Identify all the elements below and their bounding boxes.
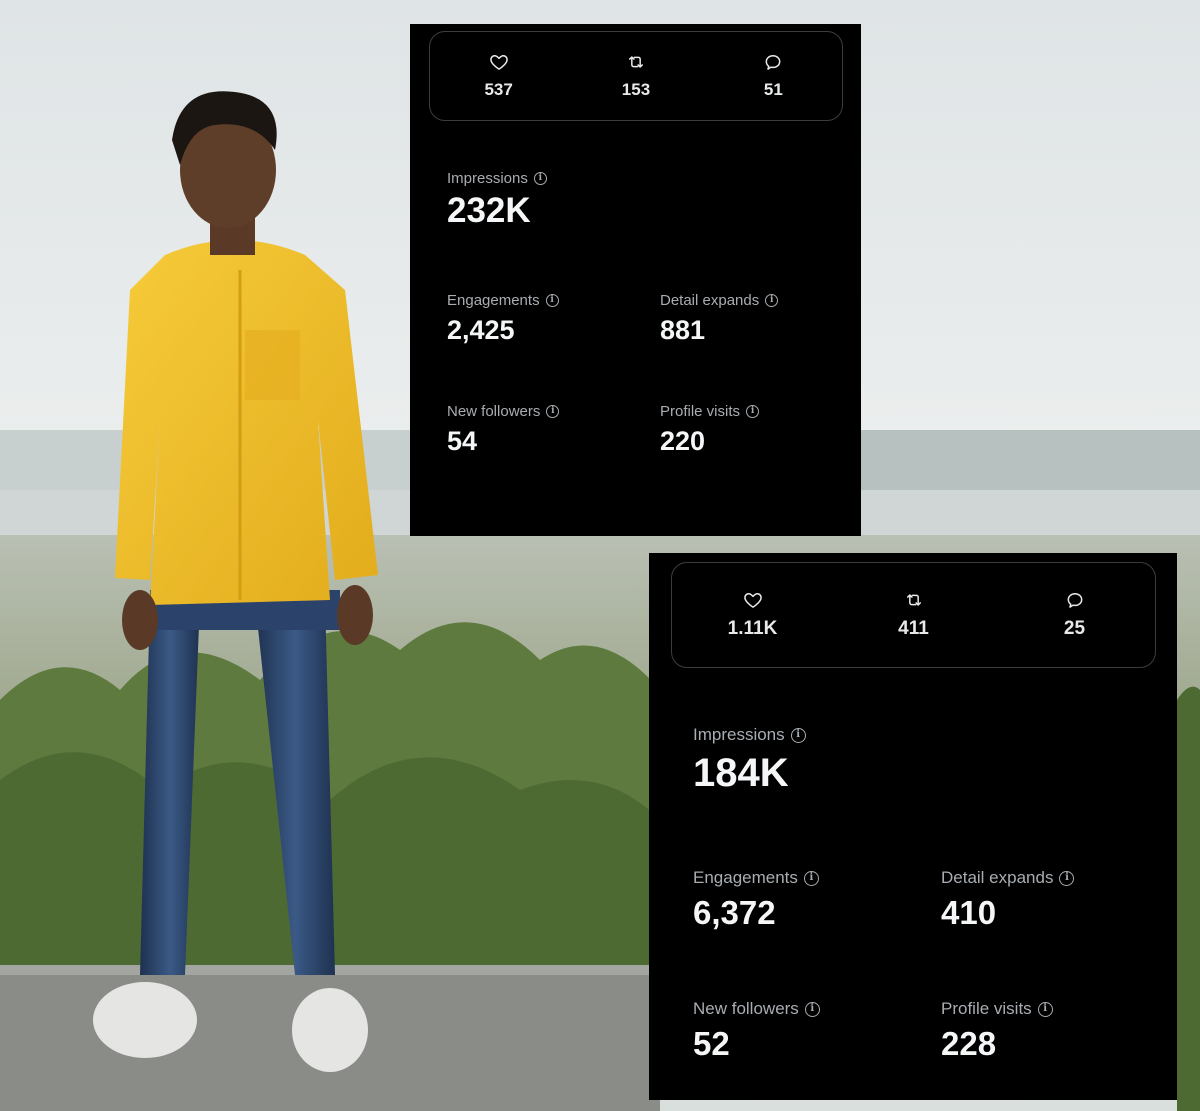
info-icon[interactable]: i bbox=[533, 172, 547, 185]
new-followers-label: New followers bbox=[693, 999, 799, 1018]
engagements-stat: Engagements i 2,425 bbox=[447, 292, 559, 346]
reply-icon bbox=[1065, 590, 1085, 610]
impressions-value: 232K bbox=[447, 191, 531, 230]
impressions-value: 184K bbox=[693, 751, 789, 795]
replies-count: 51 bbox=[763, 80, 783, 99]
heart-icon bbox=[743, 590, 763, 610]
detail-expands-value: 410 bbox=[941, 894, 997, 931]
likes-count: 537 bbox=[484, 80, 513, 99]
repost-icon bbox=[626, 52, 646, 72]
likes-metric[interactable]: 1.11K bbox=[672, 563, 833, 667]
profile-visits-stat: Profile visits i 220 bbox=[660, 403, 760, 457]
post-analytics-panel: 1.11K 411 25 Impressions i 184K Engagemen… bbox=[649, 553, 1177, 1100]
heart-icon bbox=[489, 52, 509, 72]
new-followers-value: 52 bbox=[693, 1025, 730, 1062]
engagements-value: 2,425 bbox=[447, 315, 515, 345]
engagements-value: 6,372 bbox=[693, 894, 776, 931]
info-icon[interactable]: i bbox=[545, 294, 559, 307]
info-icon[interactable]: i bbox=[1059, 870, 1075, 886]
replies-metric[interactable]: 51 bbox=[705, 32, 842, 120]
profile-visits-label: Profile visits bbox=[660, 403, 741, 420]
reposts-metric[interactable]: 411 bbox=[833, 563, 994, 667]
impressions-label: Impressions bbox=[447, 170, 528, 187]
reply-icon bbox=[763, 52, 783, 72]
info-icon[interactable]: i bbox=[746, 405, 760, 418]
impressions-label: Impressions bbox=[693, 725, 785, 744]
reposts-metric[interactable]: 153 bbox=[567, 32, 704, 120]
reposts-count: 153 bbox=[621, 80, 651, 99]
info-icon[interactable]: i bbox=[804, 1001, 820, 1017]
replies-metric[interactable]: 25 bbox=[994, 563, 1155, 667]
info-icon[interactable]: i bbox=[1037, 1001, 1053, 1017]
detail-expands-label: Detail expands bbox=[660, 292, 760, 309]
likes-metric[interactable]: 537 bbox=[430, 32, 567, 120]
profile-visits-value: 228 bbox=[941, 1025, 997, 1062]
post-analytics-panel: 537 153 51 Impressions i 232K Engagements… bbox=[410, 24, 861, 536]
profile-visits-stat: Profile visits i 228 bbox=[941, 999, 1053, 1063]
repost-icon bbox=[904, 590, 924, 610]
new-followers-label: New followers bbox=[447, 403, 541, 420]
engagement-summary: 537 153 51 bbox=[429, 31, 843, 121]
impressions-stat: Impressions i 232K bbox=[447, 170, 547, 231]
engagements-label: Engagements bbox=[693, 868, 798, 887]
info-icon[interactable]: i bbox=[790, 727, 806, 743]
new-followers-stat: New followers i 52 bbox=[693, 999, 820, 1063]
info-icon[interactable]: i bbox=[803, 870, 819, 886]
info-icon[interactable]: i bbox=[765, 294, 779, 307]
detail-expands-value: 881 bbox=[660, 315, 706, 345]
new-followers-stat: New followers i 54 bbox=[447, 403, 560, 457]
profile-visits-value: 220 bbox=[660, 426, 706, 456]
impressions-stat: Impressions i 184K bbox=[693, 725, 806, 796]
detail-expands-label: Detail expands bbox=[941, 868, 1054, 887]
profile-visits-label: Profile visits bbox=[941, 999, 1032, 1018]
new-followers-value: 54 bbox=[447, 426, 478, 456]
engagements-stat: Engagements i 6,372 bbox=[693, 868, 819, 932]
info-icon[interactable]: i bbox=[546, 405, 560, 418]
replies-count: 25 bbox=[1063, 618, 1086, 639]
detail-expands-stat: Detail expands i 881 bbox=[660, 292, 779, 346]
engagements-label: Engagements bbox=[447, 292, 540, 309]
reposts-count: 411 bbox=[898, 618, 929, 639]
detail-expands-stat: Detail expands i 410 bbox=[941, 868, 1075, 932]
likes-count: 1.11K bbox=[727, 618, 778, 639]
engagement-summary: 1.11K 411 25 bbox=[671, 562, 1156, 668]
